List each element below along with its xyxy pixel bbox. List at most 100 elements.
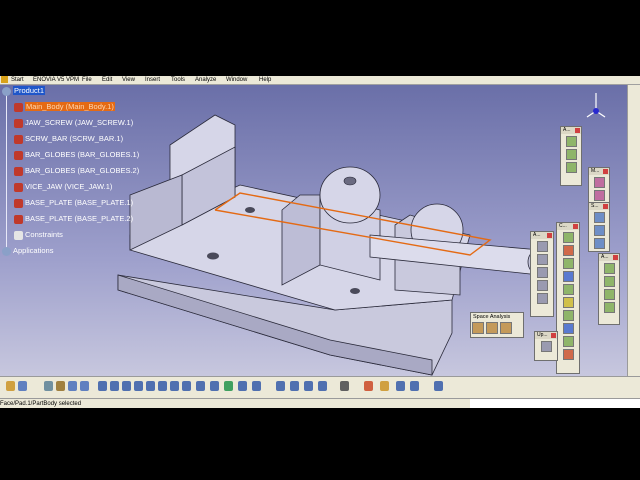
comment-icon[interactable] — [18, 381, 27, 391]
menu-analyze[interactable]: Analyze — [195, 76, 216, 84]
fit-all-icon[interactable] — [110, 381, 119, 391]
close-icon[interactable] — [551, 333, 556, 338]
toolbar-button[interactable] — [562, 297, 574, 308]
toolbar-button[interactable] — [593, 238, 605, 249]
shading-icon[interactable] — [196, 381, 205, 391]
toolbar-button[interactable] — [562, 284, 574, 295]
toolbar-button[interactable] — [562, 310, 574, 321]
toolbar-a3[interactable]: A... — [598, 253, 620, 325]
tree-node-jaw-screw[interactable]: JAW_SCREW (JAW_SCREW.1) — [14, 117, 133, 128]
menu-enovia[interactable]: ENOVIA V5 VPM — [33, 76, 79, 84]
zoom-out-icon[interactable] — [158, 381, 167, 391]
toolbar-c[interactable]: C... — [556, 222, 580, 374]
close-icon[interactable] — [573, 224, 578, 229]
toolbar-button[interactable] — [593, 225, 605, 236]
table-icon[interactable] — [44, 381, 53, 391]
toolbar-button[interactable] — [603, 263, 615, 274]
right-toolbar[interactable] — [627, 85, 640, 376]
toolbar-button[interactable] — [562, 258, 574, 269]
swap-visible-icon[interactable] — [224, 381, 233, 391]
menu-window[interactable]: Window — [226, 76, 247, 84]
close-icon[interactable] — [603, 204, 608, 209]
measure-icon[interactable] — [340, 381, 349, 391]
toolbar-button[interactable] — [562, 245, 574, 256]
clash-icon[interactable] — [472, 322, 484, 334]
tree-node-vice-jaw[interactable]: VICE_JAW (VICE_JAW.1) — [14, 181, 112, 192]
menu-view[interactable]: View — [122, 76, 135, 84]
menu-file[interactable]: File — [82, 76, 92, 84]
tree-node-base-plate-1[interactable]: BASE_PLATE (BASE_PLATE.1) — [14, 197, 133, 208]
toolbar-button[interactable] — [565, 162, 577, 173]
explode-icon[interactable] — [380, 381, 389, 391]
menu-insert[interactable]: Insert — [145, 76, 160, 84]
toolbar-button[interactable] — [593, 212, 605, 223]
tree-node-bar-globes-1[interactable]: BAR_GLOBES (BAR_GLOBES.1) — [14, 149, 139, 160]
toolbar-button[interactable] — [603, 289, 615, 300]
toolbar-button[interactable] — [536, 280, 548, 291]
tree-node-constraints[interactable]: Constraints — [14, 229, 63, 240]
product-structure-icon[interactable] — [276, 381, 285, 391]
3d-viewport[interactable]: Product1 Main_Body (Main_Body.1) JAW_SCR… — [0, 85, 628, 376]
tree-node-bar-globes-2[interactable]: BAR_GLOBES (BAR_GLOBES.2) — [14, 165, 139, 176]
select-icon[interactable] — [6, 381, 15, 391]
toolbar-button[interactable] — [536, 254, 548, 265]
compass-icon[interactable] — [585, 91, 607, 121]
normal-view-icon[interactable] — [170, 381, 179, 391]
fly-mode-icon[interactable] — [98, 381, 107, 391]
toolbar-button[interactable] — [562, 336, 574, 347]
tree-node-scrw-bar[interactable]: SCRW_BAR (SCRW_BAR.1) — [14, 133, 123, 144]
toolbar-button[interactable] — [603, 302, 615, 313]
annotation-icon[interactable] — [410, 381, 419, 391]
menu-help[interactable]: Help — [259, 76, 271, 84]
toolbar-button[interactable] — [536, 241, 548, 252]
menu-tools[interactable]: Tools — [171, 76, 185, 84]
hide-show-icon[interactable] — [210, 381, 219, 391]
update-icon[interactable] — [364, 381, 373, 391]
toolbar-button[interactable] — [562, 271, 574, 282]
constraint-icon[interactable] — [290, 381, 299, 391]
tree-node-base-plate-2[interactable]: BASE_PLATE (BASE_PLATE.2) — [14, 213, 133, 224]
catalog-browser-icon[interactable] — [434, 381, 443, 391]
rotate-icon[interactable] — [134, 381, 143, 391]
close-icon[interactable] — [547, 233, 552, 238]
toolbar-button[interactable] — [562, 323, 574, 334]
zoom-in-icon[interactable] — [146, 381, 155, 391]
catalog-icon[interactable] — [56, 381, 65, 391]
toolbar-button[interactable] — [562, 232, 574, 243]
tree-node-applications[interactable]: Applications — [2, 245, 53, 256]
scene-icon[interactable] — [396, 381, 405, 391]
toolbar-button[interactable] — [593, 177, 605, 188]
multi-view-icon[interactable] — [238, 381, 247, 391]
tree-node-main-body[interactable]: Main_Body (Main_Body.1) — [14, 101, 115, 112]
close-icon[interactable] — [613, 255, 618, 260]
formula-icon[interactable] — [68, 381, 77, 391]
toolbar-m[interactable]: M... — [588, 167, 610, 207]
knowledge-icon[interactable] — [80, 381, 89, 391]
toolbar-a2[interactable]: A... — [530, 231, 554, 317]
toolbar-button[interactable] — [565, 149, 577, 160]
toolbar-button[interactable] — [536, 293, 548, 304]
tree-root[interactable]: Product1 — [2, 85, 46, 96]
toolbar-space-analysis[interactable]: Space Analysis — [470, 312, 524, 338]
move-icon[interactable] — [304, 381, 313, 391]
pan-icon[interactable] — [122, 381, 131, 391]
toolbar-s[interactable]: S... — [588, 202, 610, 252]
toolbar-a1[interactable]: A... — [560, 126, 582, 186]
toolbar-button[interactable] — [603, 276, 615, 287]
distance-icon[interactable] — [500, 322, 512, 334]
snap-icon[interactable] — [318, 381, 327, 391]
menu-start[interactable]: Start — [11, 76, 24, 84]
menu-edit[interactable]: Edit — [102, 76, 112, 84]
command-input[interactable] — [470, 398, 640, 408]
toolbar-button[interactable] — [565, 136, 577, 147]
close-icon[interactable] — [603, 169, 608, 174]
close-icon[interactable] — [575, 128, 580, 133]
toolbar-button[interactable] — [536, 267, 548, 278]
toolbar-up[interactable]: Up... — [534, 331, 558, 361]
toolbar-button[interactable] — [540, 341, 552, 352]
render-icon[interactable] — [252, 381, 261, 391]
sectioning-icon[interactable] — [486, 322, 498, 334]
toolbar-button[interactable] — [593, 190, 605, 201]
quick-view-icon[interactable] — [182, 381, 191, 391]
toolbar-button[interactable] — [562, 349, 574, 360]
